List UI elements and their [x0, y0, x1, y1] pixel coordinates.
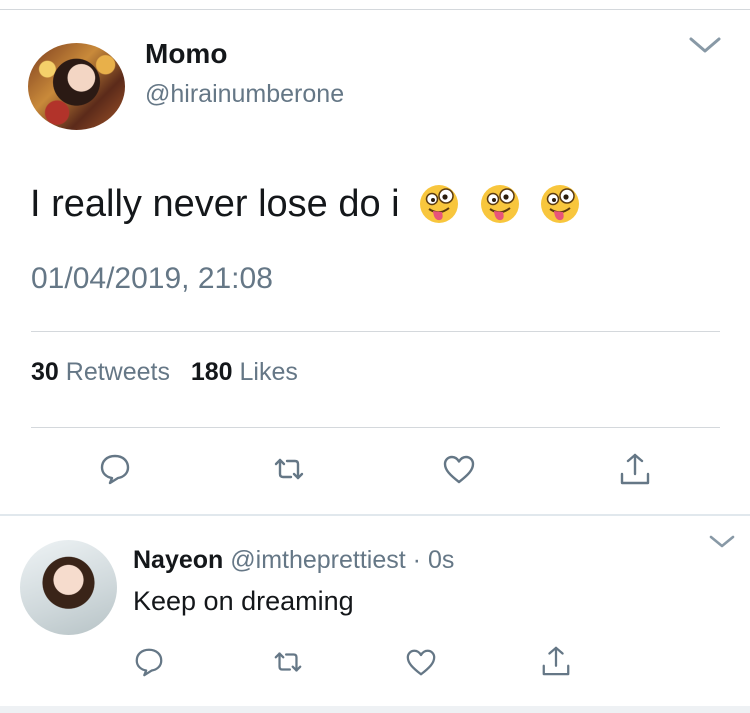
like-count: 180	[190, 358, 233, 386]
reply-icon[interactable]	[133, 646, 165, 678]
reply-text: Keep on dreaming	[133, 586, 354, 616]
author-name[interactable]: Momo	[145, 38, 227, 70]
likes-link[interactable]: 180 Likes	[191, 358, 298, 386]
retweets-link[interactable]: 30 Retweets	[31, 358, 170, 386]
zany-face-emoji-icon	[541, 185, 580, 223]
share-icon[interactable]	[540, 645, 572, 677]
share-icon[interactable]	[618, 452, 652, 486]
retweet-icon[interactable]	[272, 452, 306, 486]
retweet-count: 30	[31, 358, 59, 386]
chevron-down-icon[interactable]	[688, 35, 722, 55]
reply-author-name[interactable]: Nayeon	[133, 546, 223, 574]
reply-header: Nayeon @imtheprettiest · 0s	[133, 546, 454, 575]
reply-icon[interactable]	[98, 452, 132, 486]
like-heart-icon[interactable]	[405, 647, 437, 679]
top-divider	[0, 9, 750, 10]
zany-face-emoji-icon	[480, 185, 519, 223]
chevron-down-icon[interactable]	[708, 534, 736, 550]
like-heart-icon[interactable]	[442, 453, 476, 487]
author-handle[interactable]: @hirainumberone	[145, 80, 344, 109]
retweet-icon[interactable]	[272, 646, 304, 678]
tweet-text-content: I really never lose do i	[30, 183, 400, 225]
tweet-timestamp: 01/04/2019, 21:08	[31, 262, 273, 295]
reply-author-handle[interactable]: @imtheprettiest	[230, 546, 405, 574]
reply-dot-separator: ·	[412, 546, 421, 574]
bottom-bar	[0, 706, 750, 713]
tweet-stats: 30 Retweets 180 Likes	[31, 358, 298, 387]
section-separator	[0, 514, 750, 516]
reply-avatar[interactable]	[20, 540, 117, 635]
divider	[31, 331, 720, 332]
like-label: Likes	[239, 358, 298, 386]
reply-time: 0s	[427, 546, 455, 574]
zany-face-emoji-icon	[420, 185, 459, 223]
divider	[31, 427, 720, 428]
tweet-text: I really never lose do i	[30, 183, 581, 226]
retweet-label: Retweets	[65, 358, 170, 386]
avatar[interactable]	[28, 43, 125, 130]
